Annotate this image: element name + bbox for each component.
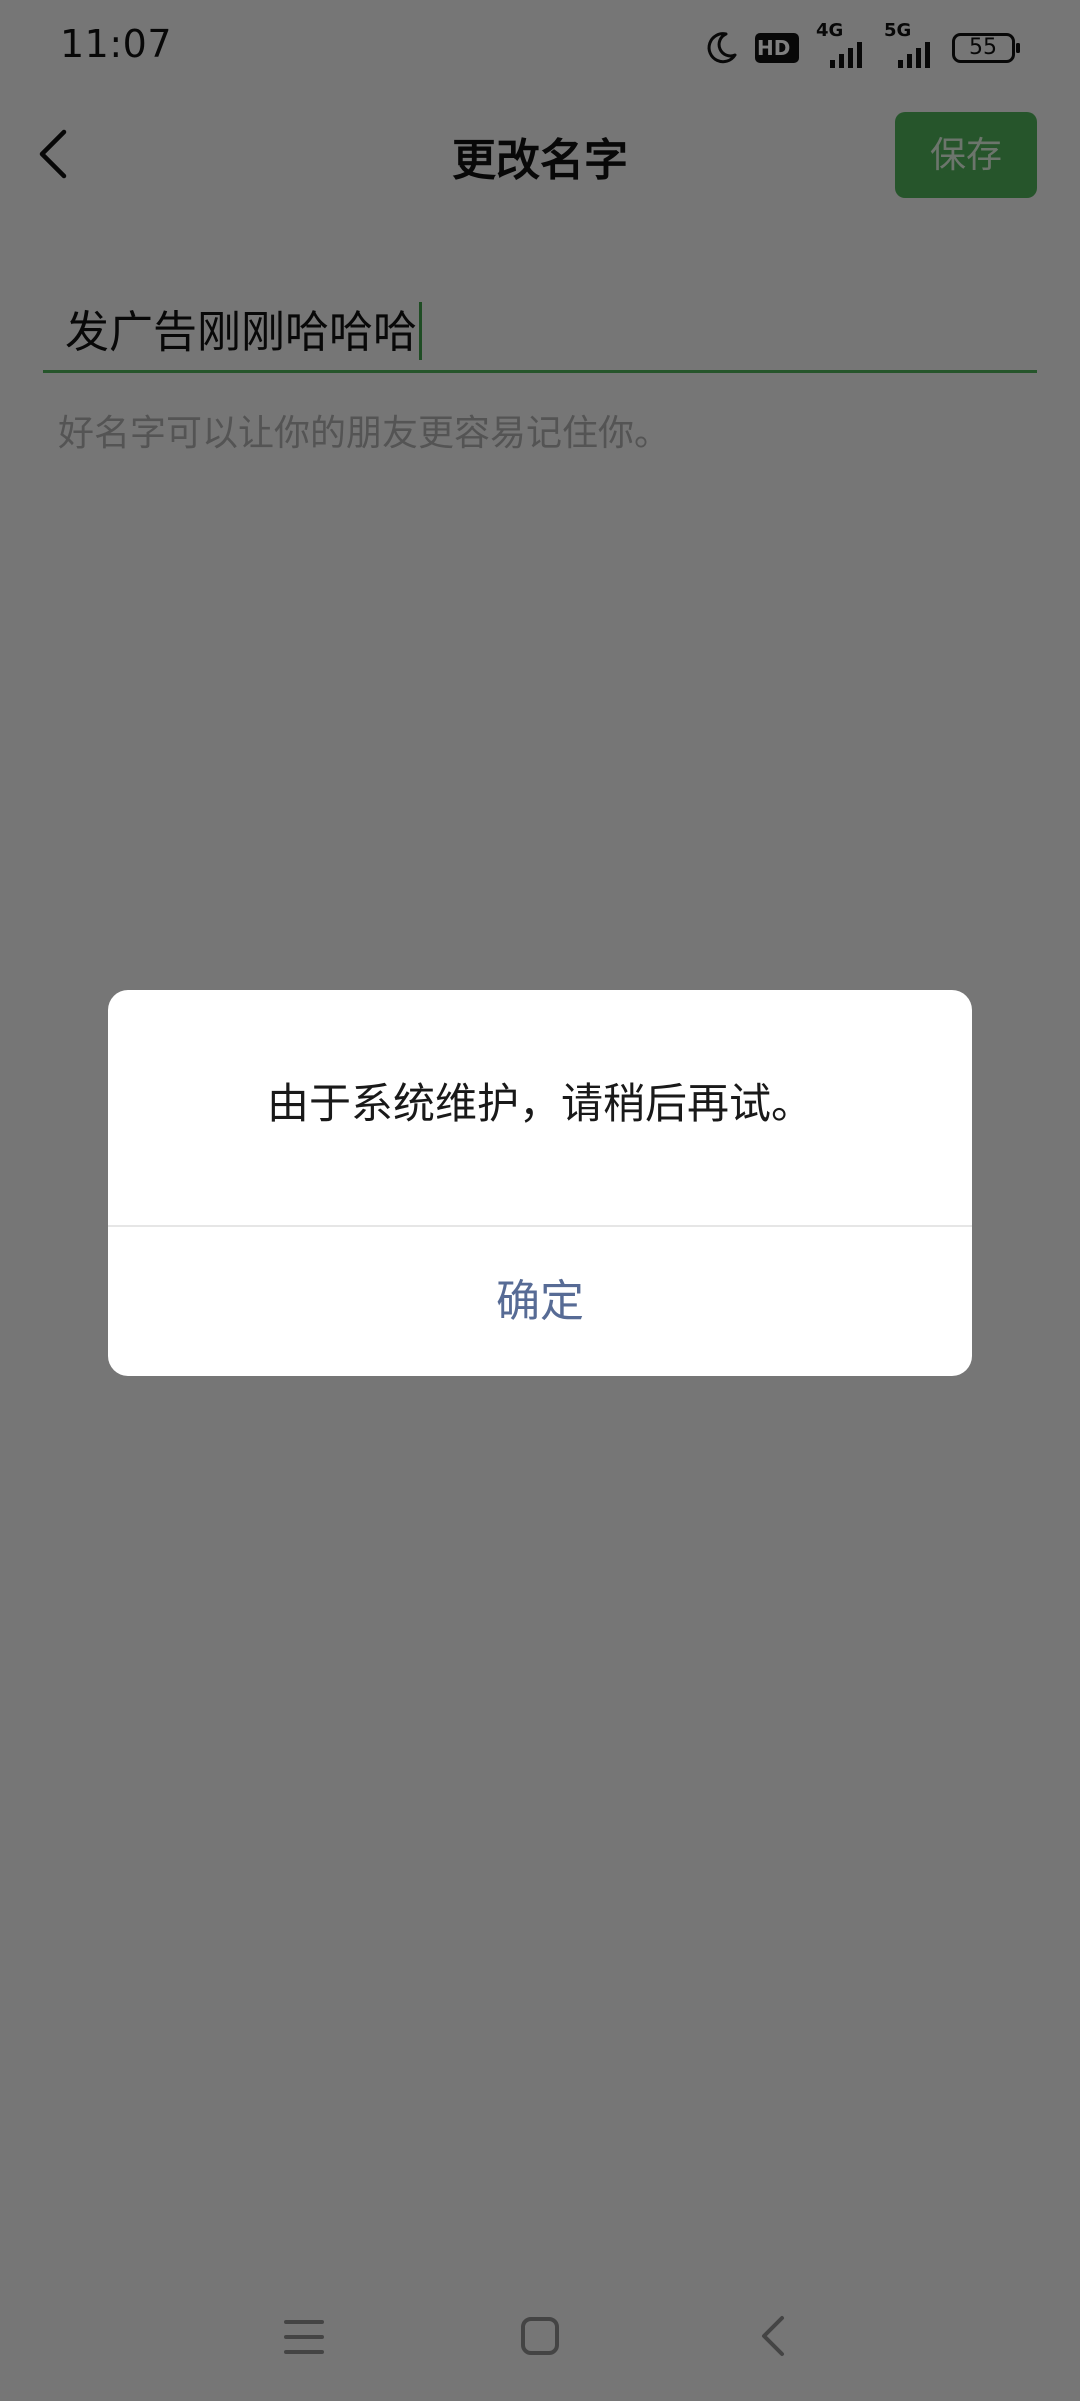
change-name-screen: 11:07 HD 4G	[0, 0, 1080, 2401]
dialog-message: 由于系统维护，请稍后再试。	[266, 1079, 813, 1128]
confirm-button[interactable]: 确定	[108, 1227, 972, 1376]
alert-dialog: 由于系统维护，请稍后再试。 确定	[108, 990, 972, 1376]
